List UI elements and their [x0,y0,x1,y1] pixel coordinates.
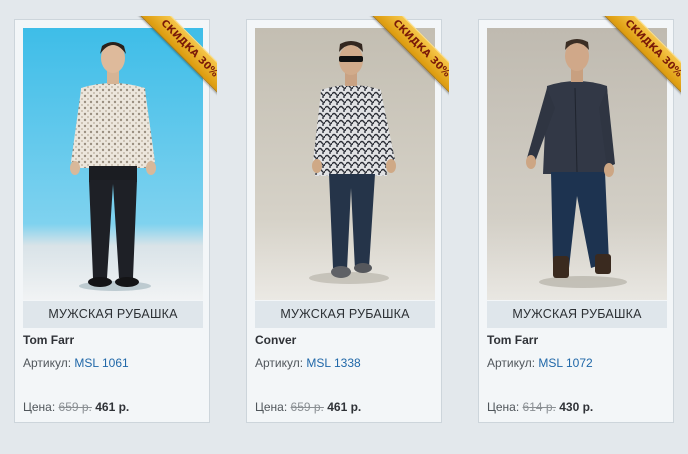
article-label: Артикул: [255,356,304,370]
product-type: МУЖСКАЯ РУБАШКА [487,301,667,328]
discount-badge: СКИДКА 30% [133,16,217,100]
old-price: 659 р. [58,400,92,414]
product-article: Артикул: MSL 1072 [487,356,593,370]
discount-badge: СКИДКА 30% [365,16,449,100]
product-card[interactable]: СКИДКА 30% МУЖСКАЯ РУБАШКА Tom Farr Арти… [478,16,681,423]
product-type: МУЖСКАЯ РУБАШКА [255,301,435,328]
discount-badge: СКИДКА 30% [597,16,681,100]
price-label: Цена: [487,400,520,414]
product-type: МУЖСКАЯ РУБАШКА [23,301,203,328]
product-article: Артикул: MSL 1061 [23,356,129,370]
price-label: Цена: [255,400,288,414]
old-price: 659 р. [290,400,324,414]
product-brand: Conver [255,333,297,347]
article-link[interactable]: MSL 1072 [538,356,592,370]
article-link[interactable]: MSL 1338 [306,356,360,370]
product-price: Цена: 614 р. 430 р. [487,400,593,414]
new-price: 430 р. [559,400,594,414]
product-article: Артикул: MSL 1338 [255,356,361,370]
new-price: 461 р. [327,400,362,414]
article-label: Артикул: [487,356,536,370]
discount-badge-label: СКИДКА 30% [137,16,217,100]
product-brand: Tom Farr [23,333,75,347]
old-price: 614 р. [522,400,556,414]
product-card[interactable]: СКИДКА 30% МУЖСКАЯ РУБАШКА Conver Артику… [246,16,449,423]
article-label: Артикул: [23,356,72,370]
discount-badge-label: СКИДКА 30% [601,16,681,100]
product-price: Цена: 659 р. 461 р. [23,400,129,414]
product-brand: Tom Farr [487,333,539,347]
product-price: Цена: 659 р. 461 р. [255,400,361,414]
article-link[interactable]: MSL 1061 [74,356,128,370]
product-card[interactable]: СКИДКА 30% МУЖСКАЯ РУБАШКА Tom Farr Арти… [14,16,217,423]
new-price: 461 р. [95,400,130,414]
discount-badge-label: СКИДКА 30% [369,16,449,100]
price-label: Цена: [23,400,56,414]
product-grid: СКИДКА 30% МУЖСКАЯ РУБАШКА Tom Farr Арти… [0,0,688,454]
